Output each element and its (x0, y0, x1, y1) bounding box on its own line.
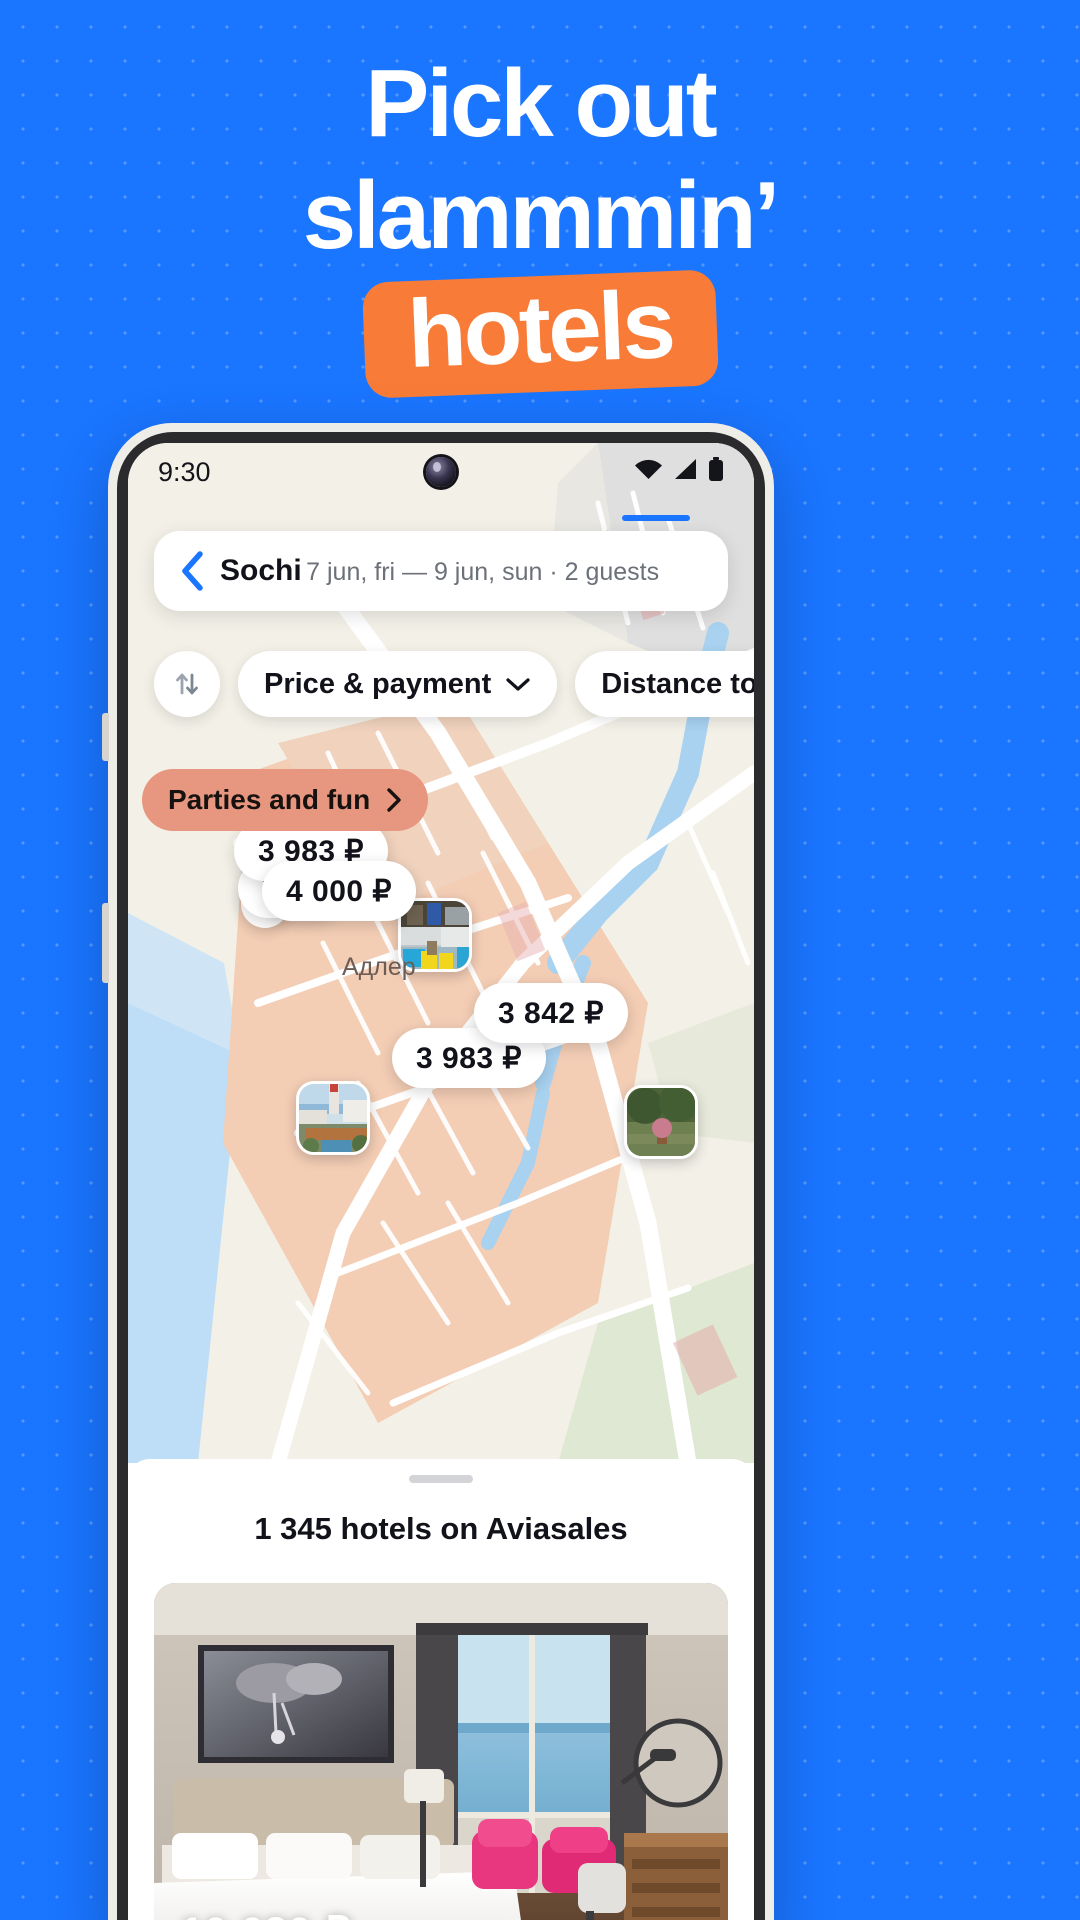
phone-side-button-volume (102, 713, 109, 761)
map-category-chip-parties[interactable]: Parties and fun (142, 769, 429, 831)
search-trip-meta: 7 jun, fri — 9 jun, sun · 2 guests (306, 558, 660, 586)
map-price-pin[interactable]: 4 000 ₽ (262, 861, 416, 921)
chevron-right-icon (386, 787, 402, 813)
search-summary-card[interactable]: Sochi 7 jun, fri — 9 jun, sun · 2 guests (154, 531, 728, 611)
hotels-badge-wrapper: hotels (361, 269, 719, 399)
drag-handle-icon[interactable] (409, 1475, 473, 1483)
phone-side-button-power (102, 903, 109, 983)
map-price-pin[interactable]: 3 842 ₽ (474, 983, 628, 1043)
status-icons (634, 457, 724, 487)
filter-chip-price-payment[interactable]: Price & payment (238, 651, 558, 717)
headline-line-1: Pick out (365, 50, 717, 157)
phone-screen: Sochi 7 jun, fri — 9 jun, sun · 2 guests… (128, 443, 754, 1920)
sort-button[interactable] (154, 651, 220, 717)
hotel-result-card[interactable]: 10 620 ₽ 5 310 ₽ за ночь (154, 1583, 728, 1920)
results-count-title: 1 345 hotels on Aviasales (254, 1511, 628, 1546)
status-clock: 9:30 (158, 456, 211, 487)
back-chevron-icon[interactable] (170, 550, 214, 592)
results-bottom-sheet: 1 345 hotels on Aviasales (128, 1459, 754, 1920)
map-label: Адлер (342, 953, 416, 981)
front-camera-icon (426, 457, 456, 487)
filter-chip-label: Price & payment (264, 667, 492, 700)
search-city: Sochi (220, 554, 302, 587)
hotel-price-overlay: 10 620 ₽ 5 310 ₽ за ночь (180, 1907, 387, 1920)
phone-mockup: Sochi 7 jun, fri — 9 jun, sun · 2 guests… (102, 423, 774, 1920)
cellular-signal-icon (672, 458, 699, 486)
page-indicator (622, 515, 690, 521)
promo-headline: Pick out slammmin’ hotels (0, 50, 1080, 399)
battery-full-icon (708, 457, 724, 487)
chevron-down-icon (505, 676, 531, 692)
map-category-label: Parties and fun (168, 784, 371, 815)
filter-chip-row: Price & payment Distance to center (154, 651, 754, 717)
map-photo-pin-park[interactable] (624, 1085, 698, 1159)
map-photo-pin-resort[interactable] (296, 1081, 370, 1155)
filter-chip-distance-center[interactable]: Distance to center (575, 651, 754, 717)
map-view[interactable]: Sochi 7 jun, fri — 9 jun, sun · 2 guests… (128, 443, 754, 1463)
headline-line-2: slammmin’ (302, 162, 781, 269)
wifi-icon (634, 458, 663, 486)
hotel-price-total: 10 620 ₽ (180, 1907, 387, 1920)
filter-chip-label: Distance to center (601, 667, 754, 700)
search-text-group: Sochi 7 jun, fri — 9 jun, sun · 2 guests (220, 553, 706, 589)
sort-arrows-icon (172, 669, 202, 699)
hotels-badge: hotels (361, 269, 719, 399)
